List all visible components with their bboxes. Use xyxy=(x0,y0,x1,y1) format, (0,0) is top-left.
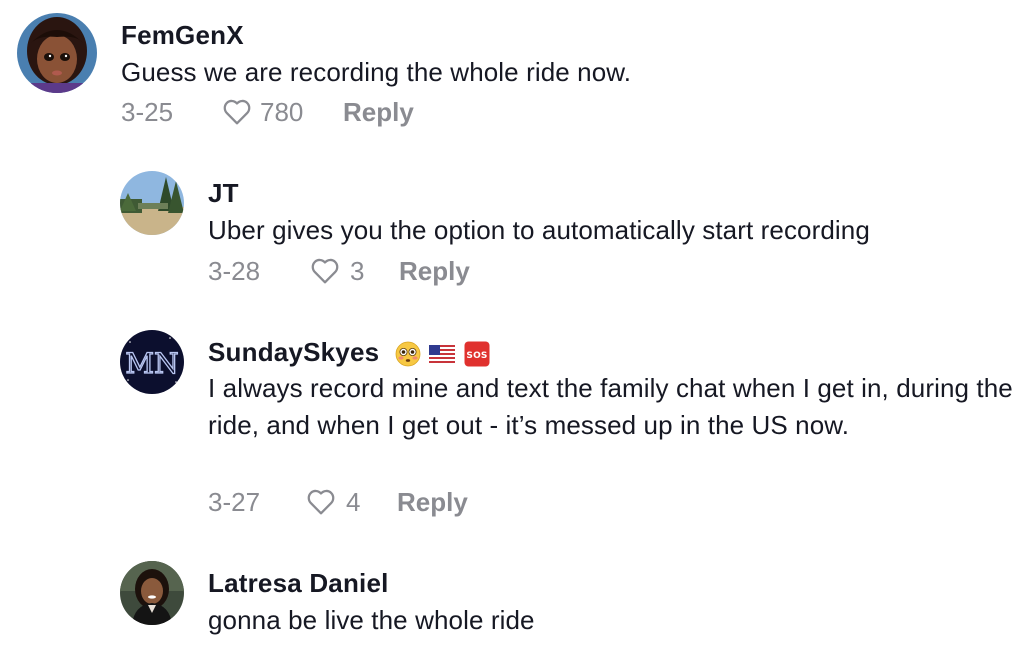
comment-meta: 3-27 4 Reply xyxy=(208,485,508,519)
heart-icon xyxy=(223,99,251,125)
comment-meta: 3-28 3 Reply xyxy=(208,254,508,288)
sos-emoji: SOS xyxy=(464,341,490,367)
heart-icon xyxy=(307,489,335,515)
avatar[interactable] xyxy=(17,13,97,93)
avatar[interactable] xyxy=(120,171,184,235)
avatar-text: MN xyxy=(125,347,178,380)
svg-text:SOS: SOS xyxy=(466,351,487,361)
comment-meta: 3-25 780 Reply xyxy=(121,95,441,129)
comment-username[interactable]: Latresa Daniel xyxy=(208,566,389,598)
us-flag-emoji xyxy=(429,345,456,364)
like-count: 3 xyxy=(350,256,365,286)
like-button[interactable]: 3 xyxy=(308,254,378,288)
avatar[interactable]: MN xyxy=(120,330,184,394)
comment-text: Uber gives you the option to automatical… xyxy=(208,215,870,245)
like-count: 4 xyxy=(346,487,361,517)
avatar[interactable] xyxy=(120,561,184,625)
comment-date: 3-25 xyxy=(121,97,174,127)
like-button[interactable]: 780 xyxy=(220,95,310,129)
like-button[interactable]: 4 xyxy=(304,485,374,519)
comment-date: 3-28 xyxy=(208,256,261,286)
reply-button[interactable]: Reply xyxy=(343,95,414,129)
like-count: 780 xyxy=(260,97,304,127)
comment-username[interactable]: SundaySkyes SOS xyxy=(208,335,490,367)
comment-date: 3-27 xyxy=(208,487,261,517)
username-emoji-badges: SOS xyxy=(395,337,490,367)
comment-username[interactable]: JT xyxy=(208,176,239,208)
reply-button[interactable]: Reply xyxy=(399,254,470,288)
reply-button[interactable]: Reply xyxy=(397,485,468,519)
comment-text: Guess we are recording the whole ride no… xyxy=(121,57,632,87)
heart-icon xyxy=(311,258,339,284)
comment-username[interactable]: FemGenX xyxy=(121,18,244,50)
flushed-face-emoji xyxy=(395,341,421,367)
comment-text: gonna be live the whole ride xyxy=(208,605,535,635)
comment-text: I always record mine and text the family… xyxy=(208,373,1013,440)
